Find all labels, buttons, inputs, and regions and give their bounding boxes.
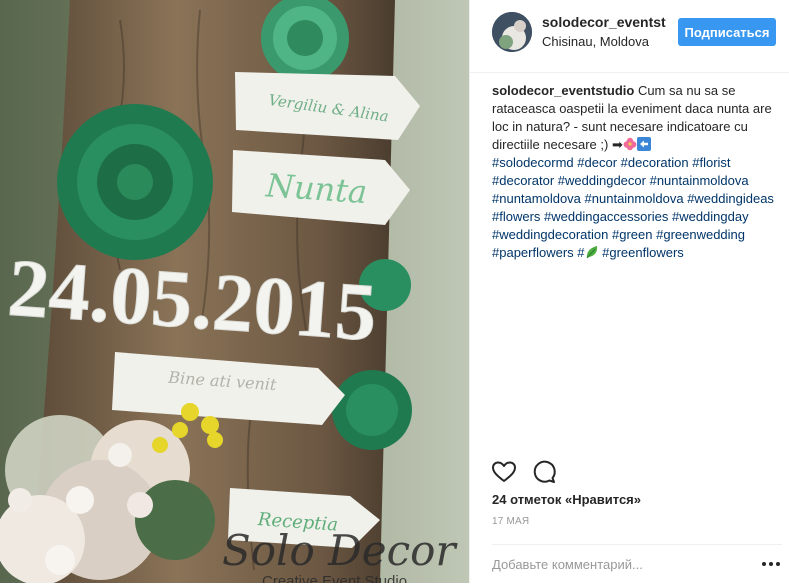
hashtag-link[interactable]: #greenwedding <box>656 227 745 242</box>
paper-flower-left <box>57 104 213 260</box>
post-side-panel: solodecor_eventst Chisinau, Moldova Подп… <box>469 0 789 583</box>
likes-count[interactable]: 24 отметок «Нравится» <box>492 492 641 507</box>
hashtag-link[interactable]: #decor <box>577 155 617 170</box>
hashtag-link[interactable]: #solodecormd <box>492 155 574 170</box>
hashtags-list: #solodecormd #decor #decoration #florist… <box>492 155 774 260</box>
avatar[interactable] <box>492 12 532 52</box>
hashtag-link[interactable]: #nuntainmoldova <box>650 173 749 188</box>
hashtag-link[interactable]: #green <box>612 227 652 242</box>
post-caption: solodecor_eventstudio Cum sa nu sa se ra… <box>492 82 784 262</box>
header-location[interactable]: Chisinau, Moldova <box>542 34 649 49</box>
hashtag-link[interactable]: #weddingideas <box>687 191 774 206</box>
more-options-icon[interactable] <box>760 551 782 577</box>
hashtag-link[interactable]: # <box>577 245 584 260</box>
post-date[interactable]: 17 МАЯ <box>492 516 529 527</box>
hashtag-link[interactable]: #nuntainmoldova <box>585 191 684 206</box>
heart-icon[interactable] <box>490 458 518 486</box>
hashtag-link[interactable]: #weddingdecor <box>558 173 646 188</box>
caption-username[interactable]: solodecor_eventstudio <box>492 83 634 98</box>
post-photo: Vergiliu & Alina Nunta 24.05.2015 Bine a… <box>0 0 469 583</box>
hashtag-link[interactable]: #paperflowers <box>492 245 574 260</box>
paper-flower-right <box>332 370 412 450</box>
watermark-subtitle: Creative Event Studio <box>262 573 407 583</box>
leaf-icon <box>585 245 599 259</box>
hashtag-link[interactable]: #florist <box>692 155 730 170</box>
comment-icon[interactable] <box>530 458 558 486</box>
header-username[interactable]: solodecor_eventst <box>542 14 666 30</box>
comment-input[interactable] <box>492 557 742 572</box>
hashtag-link[interactable]: #weddingday <box>672 209 749 224</box>
hashtag-link[interactable]: #weddingaccessories <box>544 209 668 224</box>
hashtag-link[interactable]: #greenflowers <box>602 245 684 260</box>
hashtag-link[interactable]: #weddingdecoration <box>492 227 608 242</box>
hashtag-link[interactable]: #decorator <box>492 173 554 188</box>
follow-button[interactable]: Подписаться <box>678 18 776 46</box>
hashtag-link[interactable]: #nuntamoldova <box>492 191 581 206</box>
watermark-title: Solo Decor <box>222 526 458 575</box>
hashtag-link[interactable]: #decoration <box>621 155 689 170</box>
sign-nunta-text: Nunta <box>264 166 369 211</box>
post-header: solodecor_eventst Chisinau, Moldova Подп… <box>470 0 789 73</box>
post-actions <box>470 458 789 486</box>
hibiscus-flower-icon <box>623 137 637 151</box>
comment-bar <box>492 544 782 584</box>
left-arrow-icon <box>636 137 651 151</box>
hashtag-link[interactable]: #flowers <box>492 209 540 224</box>
